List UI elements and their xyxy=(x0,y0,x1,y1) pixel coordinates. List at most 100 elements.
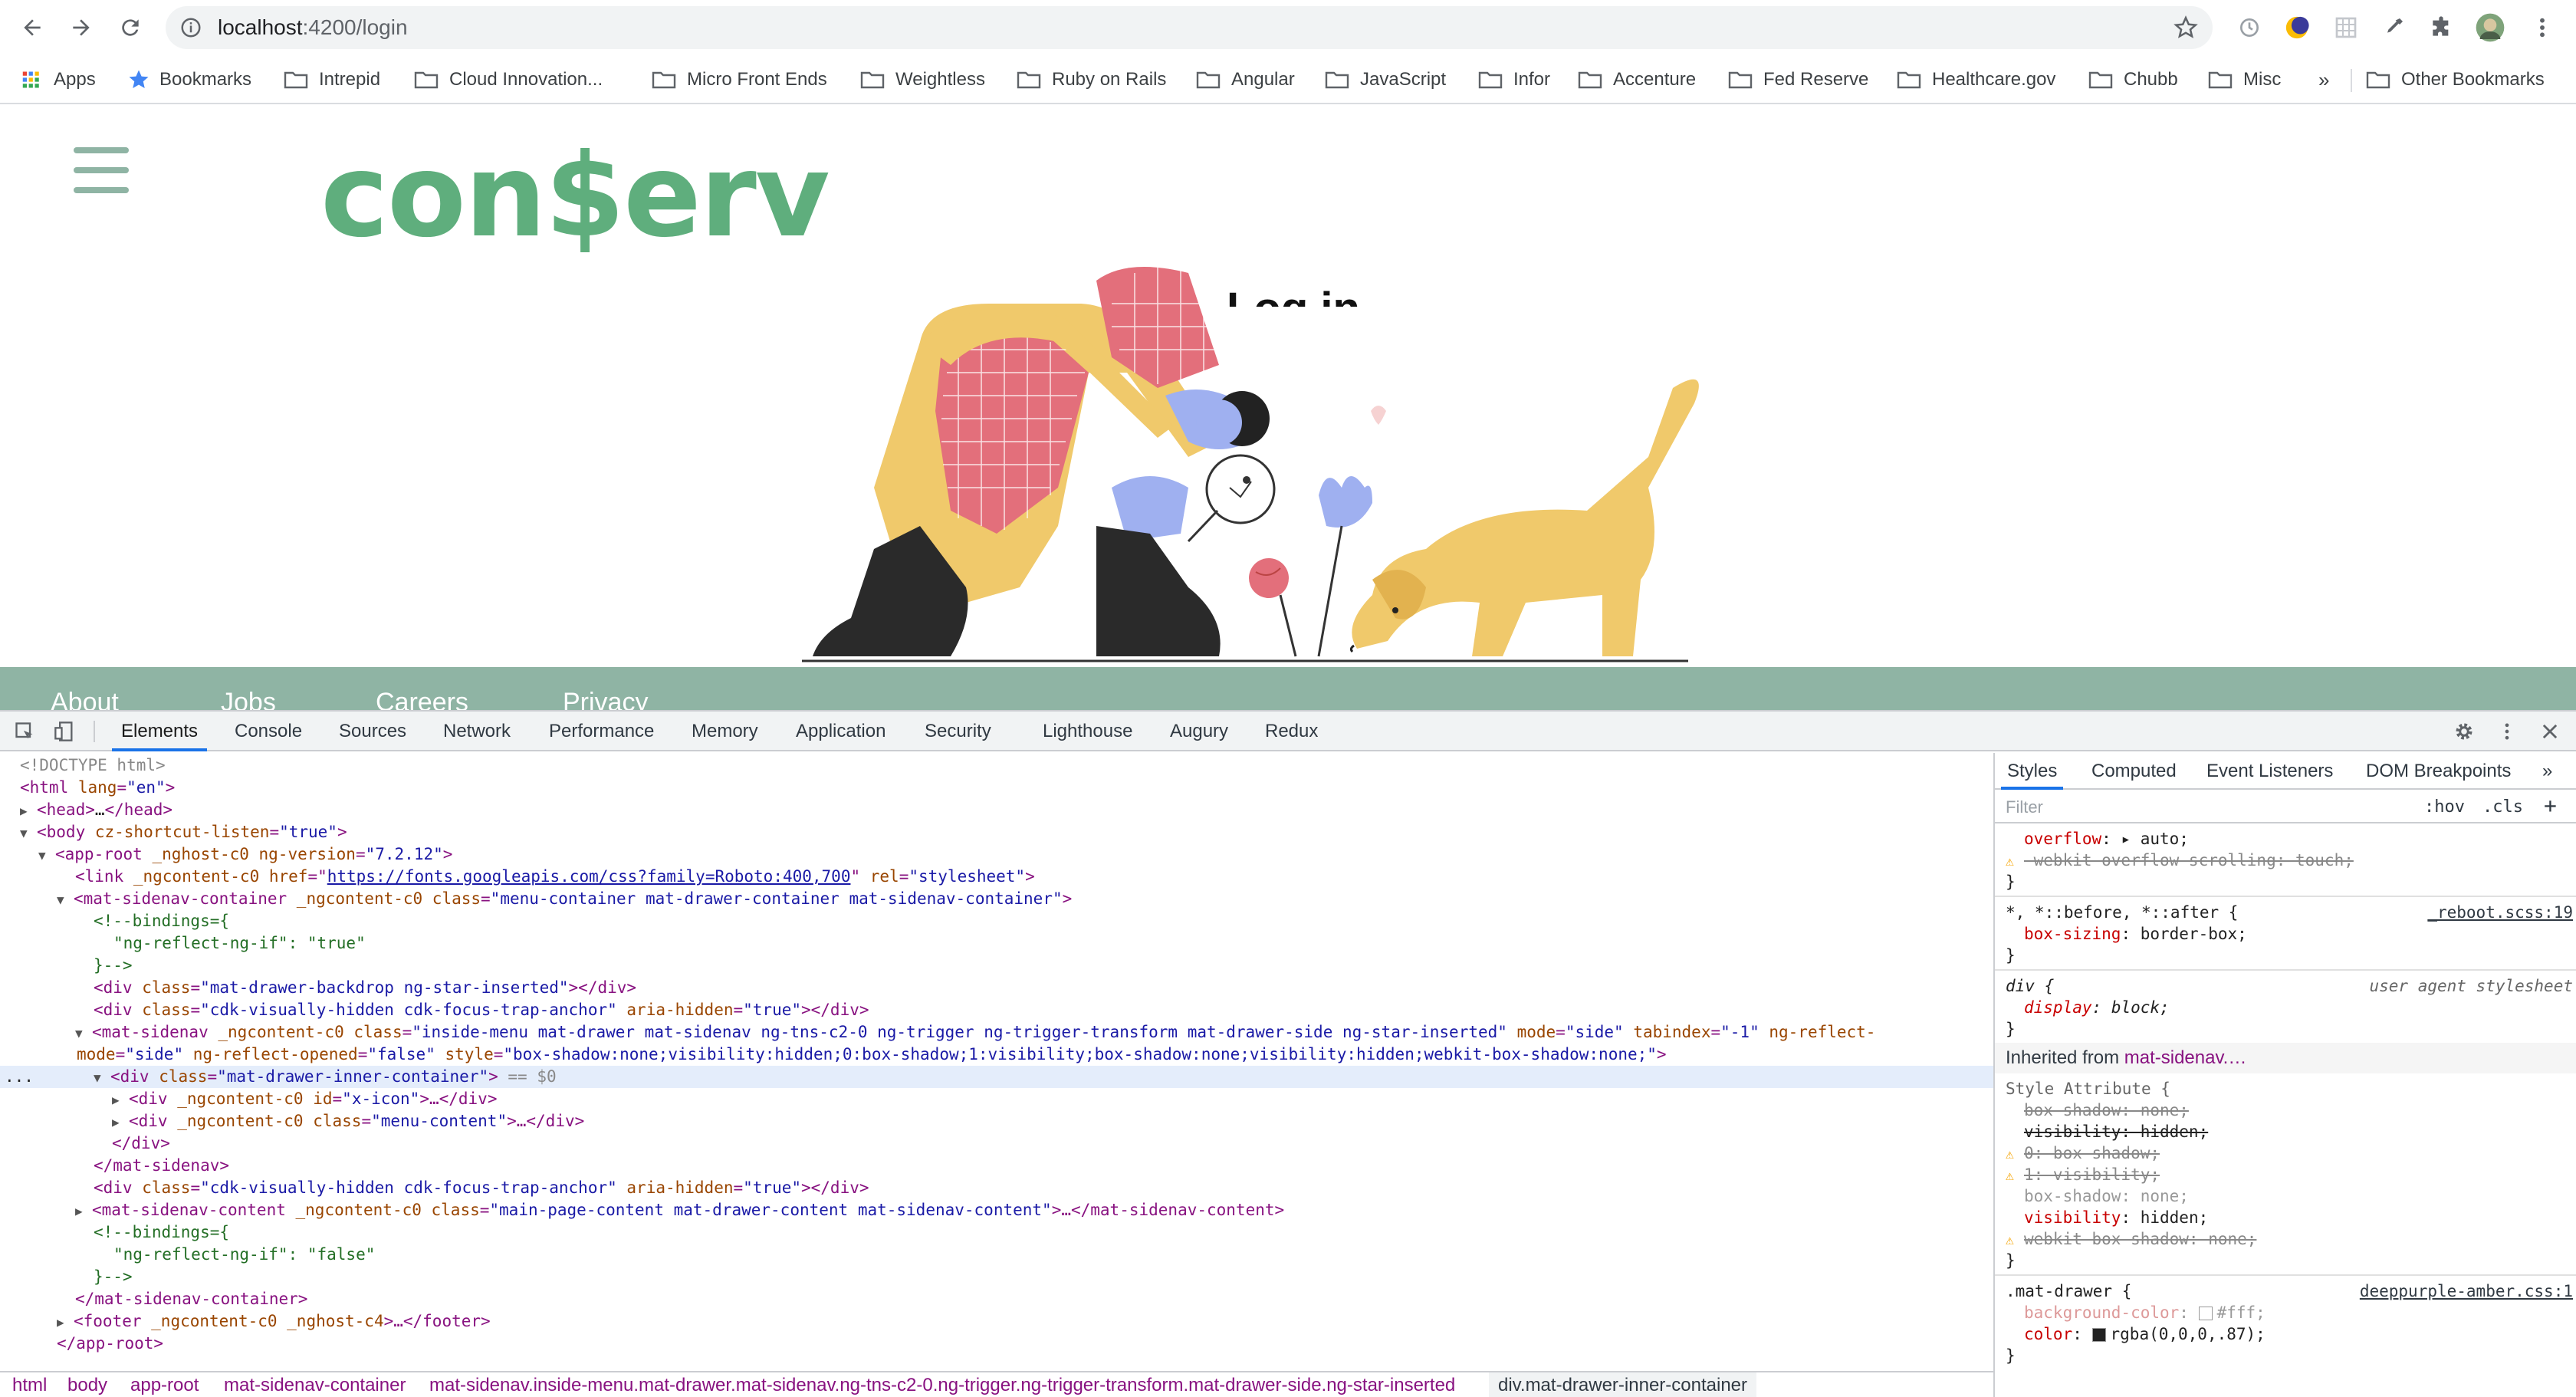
tab-lighthouse[interactable]: Lighthouse xyxy=(1043,712,1132,751)
dom-node-menu-content[interactable]: ▶ <div _ngcontent-c0 class="menu-content"… xyxy=(0,1110,1993,1132)
tab-application[interactable]: Application xyxy=(796,712,886,751)
bookmark-folder[interactable]: Accenture xyxy=(1578,66,1696,94)
collapse-triangle-icon[interactable]: ▼ xyxy=(20,822,37,844)
close-devtools-icon[interactable] xyxy=(2539,721,2561,742)
bookmark-folder[interactable]: Weightless xyxy=(860,66,985,94)
info-icon[interactable] xyxy=(179,16,202,39)
bookmarks-overflow-button[interactable]: » xyxy=(2318,66,2329,94)
breadcrumb-app-root[interactable]: app-root xyxy=(130,1372,199,1397)
hover-state-toggle[interactable]: :hov xyxy=(2424,797,2465,817)
style-declaration-overridden[interactable]: visibility: hidden; xyxy=(1995,1121,2576,1142)
breadcrumb-html[interactable]: html xyxy=(12,1372,47,1397)
collapse-triangle-icon[interactable]: ▼ xyxy=(57,889,74,911)
inspect-element-icon[interactable] xyxy=(14,721,35,742)
style-source-link[interactable]: _reboot.scss:19 xyxy=(2427,902,2573,923)
expand-triangle-icon[interactable]: ▶ xyxy=(112,1111,129,1133)
tab-console[interactable]: Console xyxy=(235,712,302,751)
bookmark-star-icon[interactable] xyxy=(2173,15,2199,41)
bookmark-folder[interactable]: Chubb xyxy=(2088,66,2178,94)
dom-comment[interactable]: "ng-reflect-ng-if": "false" xyxy=(0,1244,1993,1266)
dom-node-mat-sidenav-container[interactable]: ▼ <mat-sidenav-container _ngcontent-c0 cl… xyxy=(0,888,1993,910)
extension-eyedropper-icon[interactable] xyxy=(2378,12,2409,43)
bookmark-folder[interactable]: Infor xyxy=(1478,66,1550,94)
color-swatch-icon[interactable] xyxy=(2091,1328,2106,1342)
dom-comment[interactable]: }--> xyxy=(0,955,1993,977)
breadcrumb-body[interactable]: body xyxy=(67,1372,107,1397)
dom-comment[interactable]: <!--bindings={ xyxy=(0,910,1993,932)
hamburger-menu-icon[interactable] xyxy=(74,147,132,196)
dom-close-tag[interactable]: </app-root> xyxy=(0,1333,1993,1355)
style-declaration[interactable]: visibility: hidden; xyxy=(1995,1207,2576,1228)
styles-more-tabs-button[interactable]: » xyxy=(2542,753,2552,790)
style-declaration-overridden[interactable]: box-shadow: none; xyxy=(1995,1100,2576,1121)
extension-grid-icon[interactable] xyxy=(2331,12,2361,43)
dom-ellipsis[interactable]: … xyxy=(95,800,105,819)
style-declaration[interactable]: overflow: ▸ auto; xyxy=(1995,828,2576,850)
style-declaration-invalid[interactable]: ⚠ 0: box-shadow; xyxy=(1995,1142,2576,1164)
dom-node-body[interactable]: ▼ <body cz-shortcut-listen="true"> xyxy=(0,821,1993,843)
dom-node-div[interactable]: <div class="cdk-visually-hidden cdk-focu… xyxy=(0,1177,1993,1199)
collapse-triangle-icon[interactable]: ▼ xyxy=(75,1022,92,1044)
dom-node-selected-inner-container[interactable]: ... ▼ <div class="mat-drawer-inner-contain… xyxy=(0,1066,1993,1088)
tab-computed[interactable]: Computed xyxy=(2091,753,2177,790)
device-toolbar-icon[interactable] xyxy=(54,721,75,742)
dom-comment[interactable]: }--> xyxy=(0,1266,1993,1288)
tab-styles[interactable]: Styles xyxy=(2001,753,2064,790)
dom-node-doctype[interactable]: <!DOCTYPE html> xyxy=(0,754,1993,777)
tab-elements[interactable]: Elements xyxy=(112,712,208,751)
tab-dom-breakpoints[interactable]: DOM Breakpoints xyxy=(2366,753,2511,790)
collapse-triangle-icon[interactable]: ▼ xyxy=(94,1067,110,1089)
tab-event-listeners[interactable]: Event Listeners xyxy=(2206,753,2333,790)
bookmark-folder[interactable]: Micro Front Ends xyxy=(652,66,827,94)
footer-link-about[interactable]: About xyxy=(51,687,119,710)
style-declaration-invalid[interactable]: ⚠ 1: visibility; xyxy=(1995,1164,2576,1185)
dom-node-app-root[interactable]: ▼ <app-root _nghost-c0 ng-version="7.2.12… xyxy=(0,843,1993,866)
tab-performance[interactable]: Performance xyxy=(549,712,654,751)
dom-node-footer[interactable]: ▶ <footer _ngcontent-c0 _nghost-c4>…</foo… xyxy=(0,1310,1993,1333)
style-declaration-inherited[interactable]: background-color: #fff; xyxy=(1995,1302,2576,1323)
back-button[interactable] xyxy=(11,6,54,49)
dom-close-tag[interactable]: </div> xyxy=(0,1132,1993,1155)
bookmark-folder[interactable]: JavaScript xyxy=(1325,66,1446,94)
dom-node-mat-sidenav-content[interactable]: ▶ <mat-sidenav-content _ngcontent-c0 clas… xyxy=(0,1199,1993,1221)
dom-more-actions[interactable]: ... xyxy=(0,1066,94,1088)
style-source-link[interactable]: deeppurple-amber.css:1 xyxy=(2360,1280,2573,1302)
tab-sources[interactable]: Sources xyxy=(339,712,406,751)
dom-node-mat-sidenav[interactable]: ▼ <mat-sidenav _ngcontent-c0 class="insid… xyxy=(0,1021,1993,1044)
tab-augury[interactable]: Augury xyxy=(1170,712,1228,751)
bookmark-folder[interactable]: Angular xyxy=(1196,66,1295,94)
style-declaration[interactable]: color: rgba(0,0,0,.87); xyxy=(1995,1323,2576,1345)
breadcrumb-inner-container[interactable]: div.mat-drawer-inner-container xyxy=(1489,1372,1757,1397)
expand-triangle-icon[interactable]: ▶ xyxy=(112,1089,129,1111)
style-declaration[interactable]: display: block; xyxy=(1995,997,2576,1018)
style-rule-selector[interactable]: *, *::before, *::after {_reboot.scss:19 xyxy=(1995,902,2576,923)
more-vertical-icon[interactable] xyxy=(2496,721,2518,742)
bookmark-folder[interactable]: Intrepid xyxy=(284,66,380,94)
extension-timer-icon[interactable] xyxy=(2234,12,2265,43)
class-toggle[interactable]: .cls xyxy=(2482,797,2523,817)
tab-redux[interactable]: Redux xyxy=(1265,712,1318,751)
breadcrumb-mat-sidenav-container[interactable]: mat-sidenav-container xyxy=(224,1372,406,1397)
footer-link-privacy[interactable]: Privacy xyxy=(563,687,648,710)
dom-node-div[interactable]: <div class="cdk-visually-hidden cdk-focu… xyxy=(0,999,1993,1021)
inherited-element-link[interactable]: mat-sidenav.… xyxy=(2124,1047,2247,1068)
bookmark-apps[interactable]: Apps xyxy=(21,66,96,94)
style-rule-selector[interactable]: .mat-drawer {deeppurple-amber.css:1 xyxy=(1995,1280,2576,1302)
footer-link-careers[interactable]: Careers xyxy=(376,687,468,710)
dom-node-x-icon[interactable]: ▶ <div _ngcontent-c0 id="x-icon">…</div> xyxy=(0,1088,1993,1110)
styles-filter-input[interactable]: Filter xyxy=(2006,797,2043,817)
style-declaration-inherited[interactable]: box-shadow: none; xyxy=(1995,1185,2576,1207)
dom-node-head[interactable]: ▶ <head>…</head> xyxy=(0,799,1993,821)
extensions-puzzle-icon[interactable] xyxy=(2426,12,2456,43)
dom-node-link[interactable]: <link _ngcontent-c0 href="https://fonts.… xyxy=(0,866,1993,888)
expand-triangle-icon[interactable]: ▶ xyxy=(75,1200,92,1222)
dom-comment[interactable]: <!--bindings={ xyxy=(0,1221,1993,1244)
browser-menu-icon[interactable] xyxy=(2527,12,2558,43)
reload-button[interactable] xyxy=(109,6,152,49)
dom-node-html[interactable]: <html lang="en"> xyxy=(0,777,1993,799)
dom-close-tag[interactable]: </mat-sidenav> xyxy=(0,1155,1993,1177)
extension-moon-icon[interactable] xyxy=(2282,12,2312,43)
tab-memory[interactable]: Memory xyxy=(692,712,758,751)
style-rule-selector[interactable]: div {user agent stylesheet xyxy=(1995,975,2576,997)
bookmark-folder[interactable]: Misc xyxy=(2208,66,2281,94)
